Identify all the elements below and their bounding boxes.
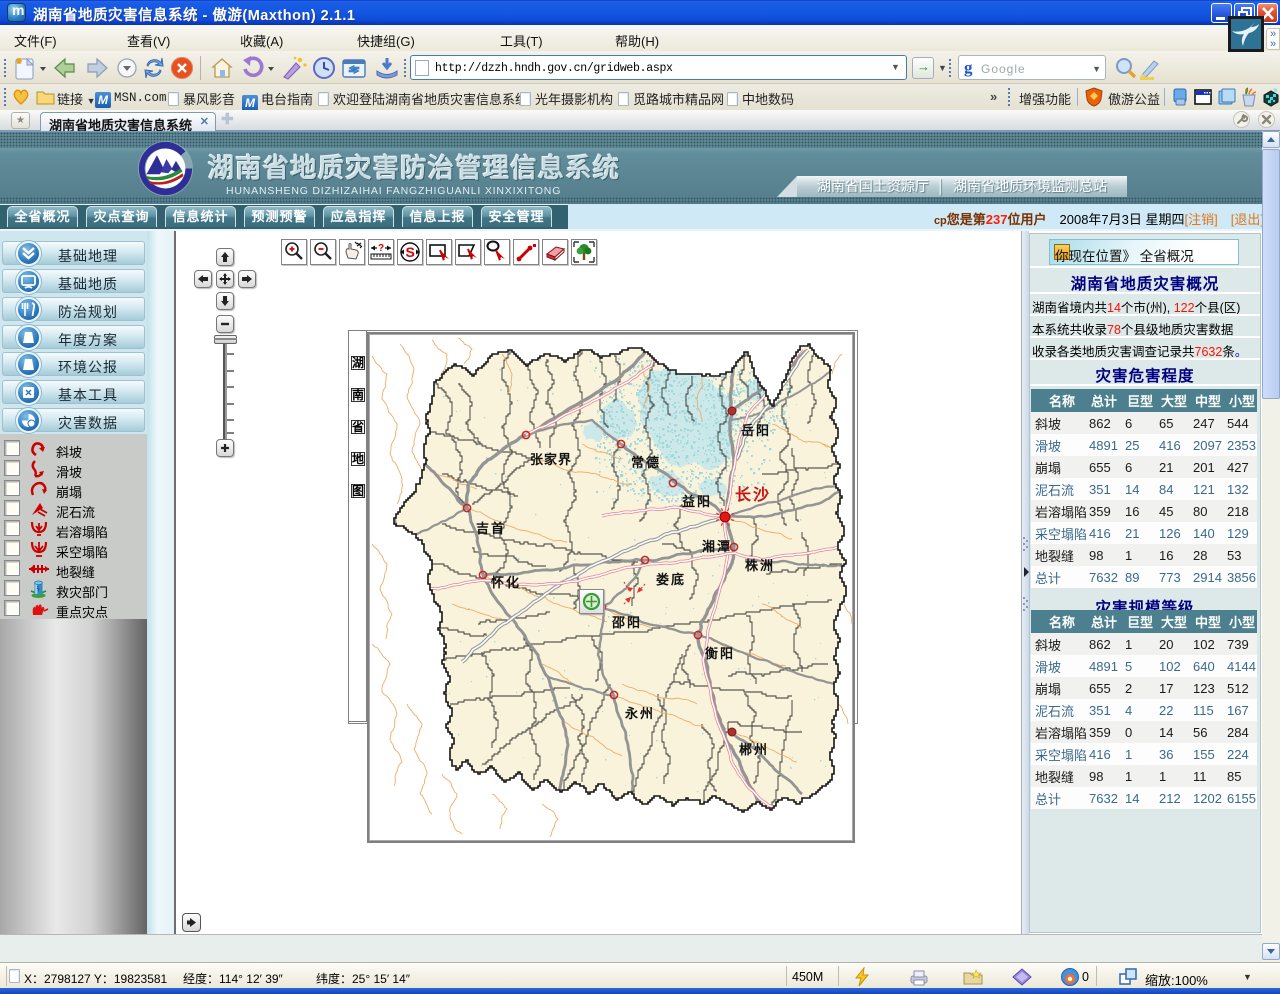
svg-text:?: ? xyxy=(378,243,384,254)
svg-text:常德: 常德 xyxy=(631,455,661,470)
svg-text:株洲: 株洲 xyxy=(745,558,775,573)
svg-text:吉首: 吉首 xyxy=(476,521,506,536)
svg-text:益阳: 益阳 xyxy=(682,494,712,509)
svg-text:长沙: 长沙 xyxy=(735,485,771,504)
svg-text:张家界: 张家界 xyxy=(530,452,572,467)
svg-text:S: S xyxy=(406,244,415,260)
svg-text:怀化: 怀化 xyxy=(491,575,521,590)
svg-text:郴州: 郴州 xyxy=(739,742,769,757)
svg-text:岳阳: 岳阳 xyxy=(741,423,771,438)
svg-text:娄底: 娄底 xyxy=(656,572,686,587)
svg-text:衡阳: 衡阳 xyxy=(705,646,735,661)
svg-text:永州: 永州 xyxy=(624,706,655,721)
svg-text:湘潭: 湘潭 xyxy=(702,539,732,554)
svg-text:邵阳: 邵阳 xyxy=(611,615,642,630)
